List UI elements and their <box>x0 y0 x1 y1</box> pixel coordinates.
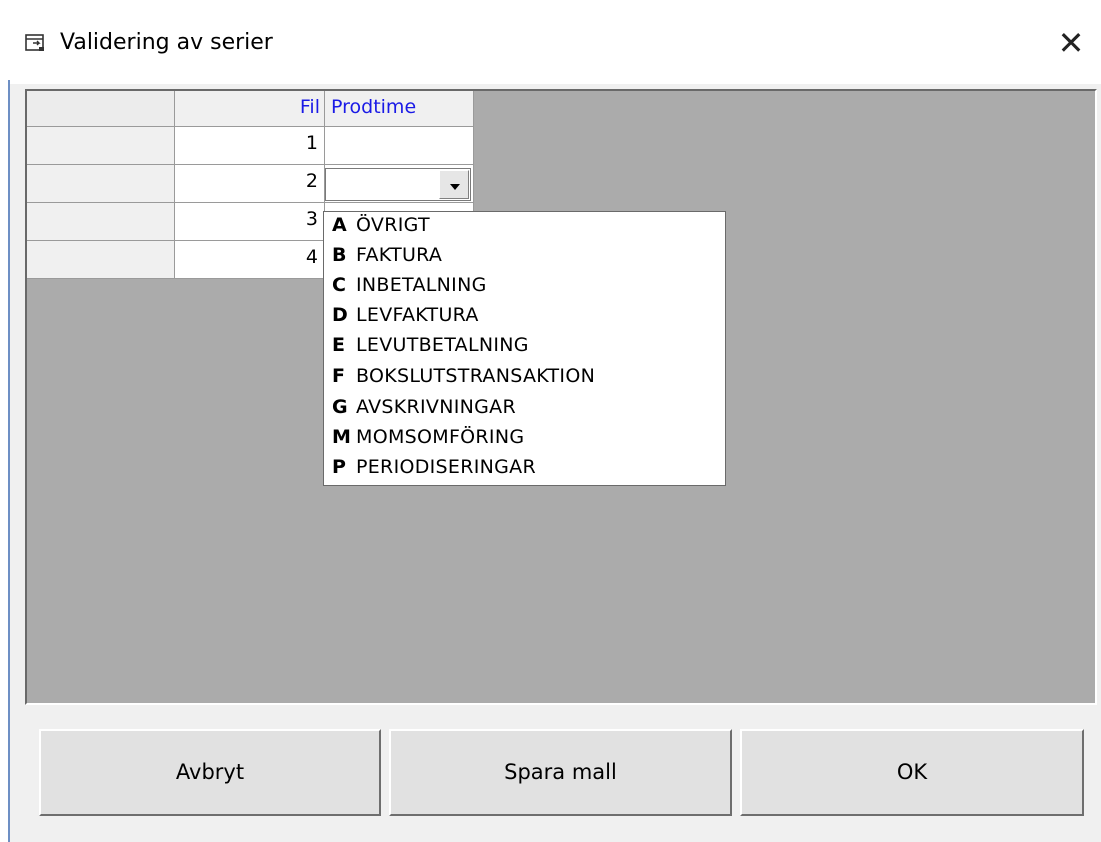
dropdown-option[interactable]: E LEVUTBETALNING <box>324 330 725 361</box>
option-key: C <box>332 274 346 296</box>
option-label: FAKTURA <box>356 244 443 266</box>
column-header-fil-label: Fil <box>299 96 320 118</box>
option-key: D <box>332 304 348 326</box>
dropdown-option[interactable]: D LEVFAKTURA <box>324 300 725 331</box>
option-label: AVSKRIVNINGAR <box>356 396 516 418</box>
option-key: E <box>332 334 345 356</box>
option-key: M <box>332 426 351 448</box>
option-key: P <box>332 456 346 478</box>
row-header[interactable] <box>27 165 175 203</box>
dropdown-option[interactable]: A ÖVRIGT <box>324 210 725 241</box>
dropdown-option[interactable]: C INBETALNING <box>324 270 725 301</box>
series-dropdown-list[interactable]: A ÖVRIGT B FAKTURA C INBETALNING D LEVFA… <box>323 211 726 486</box>
row-header[interactable] <box>27 241 175 279</box>
close-icon[interactable]: ✕ <box>1051 23 1091 63</box>
ok-button[interactable]: OK <box>740 729 1084 816</box>
option-label: PERIODISERINGAR <box>356 456 536 478</box>
option-label: MOMSOMFÖRING <box>356 426 525 448</box>
option-label: BOKSLUTSTRANSAKTION <box>356 365 596 387</box>
dropdown-option[interactable]: B FAKTURA <box>324 240 725 271</box>
option-label: LEVUTBETALNING <box>356 334 529 356</box>
row-header[interactable] <box>27 127 175 165</box>
cell-fil[interactable]: 4 <box>175 241 325 279</box>
column-header-prodtime-label: Prodtime <box>331 96 417 118</box>
option-label: ÖVRIGT <box>356 214 430 236</box>
prodtime-combobox[interactable] <box>325 168 471 201</box>
series-grid[interactable]: Fil Prodtime 1 2 3 4 A ÖVRIGT B FAKTURA … <box>25 89 1097 705</box>
dialog-body: Fil Prodtime 1 2 3 4 A ÖVRIGT B FAKTURA … <box>10 84 1101 842</box>
cell-fil[interactable]: 2 <box>175 165 325 203</box>
option-key: A <box>332 214 347 236</box>
dropdown-button[interactable] <box>439 170 469 199</box>
window-app-icon <box>25 34 44 51</box>
option-label: LEVFAKTURA <box>356 304 479 326</box>
column-header-prodtime[interactable]: Prodtime <box>325 91 474 127</box>
option-key: G <box>332 396 348 418</box>
cell-fil[interactable]: 1 <box>175 127 325 165</box>
save-template-button[interactable]: Spara mall <box>389 729 732 816</box>
dropdown-option[interactable]: M MOMSOMFÖRING <box>324 422 725 453</box>
dropdown-option[interactable]: F BOKSLUTSTRANSAKTION <box>324 361 725 392</box>
option-key: B <box>332 244 347 266</box>
column-header-fil[interactable]: Fil <box>175 91 325 127</box>
chevron-down-icon <box>450 184 460 190</box>
option-key: F <box>332 365 345 387</box>
window-title: Validering av serier <box>60 30 273 55</box>
row-header[interactable] <box>27 203 175 241</box>
option-label: INBETALNING <box>356 274 487 296</box>
cancel-button[interactable]: Avbryt <box>39 729 381 816</box>
cell-prodtime[interactable] <box>325 127 474 165</box>
dropdown-option[interactable]: P PERIODISERINGAR <box>324 452 725 483</box>
dropdown-option[interactable]: G AVSKRIVNINGAR <box>324 392 725 423</box>
cell-fil[interactable]: 3 <box>175 203 325 241</box>
title-bar[interactable]: Validering av serier ✕ <box>10 0 1101 84</box>
grid-corner-cell <box>27 91 175 127</box>
